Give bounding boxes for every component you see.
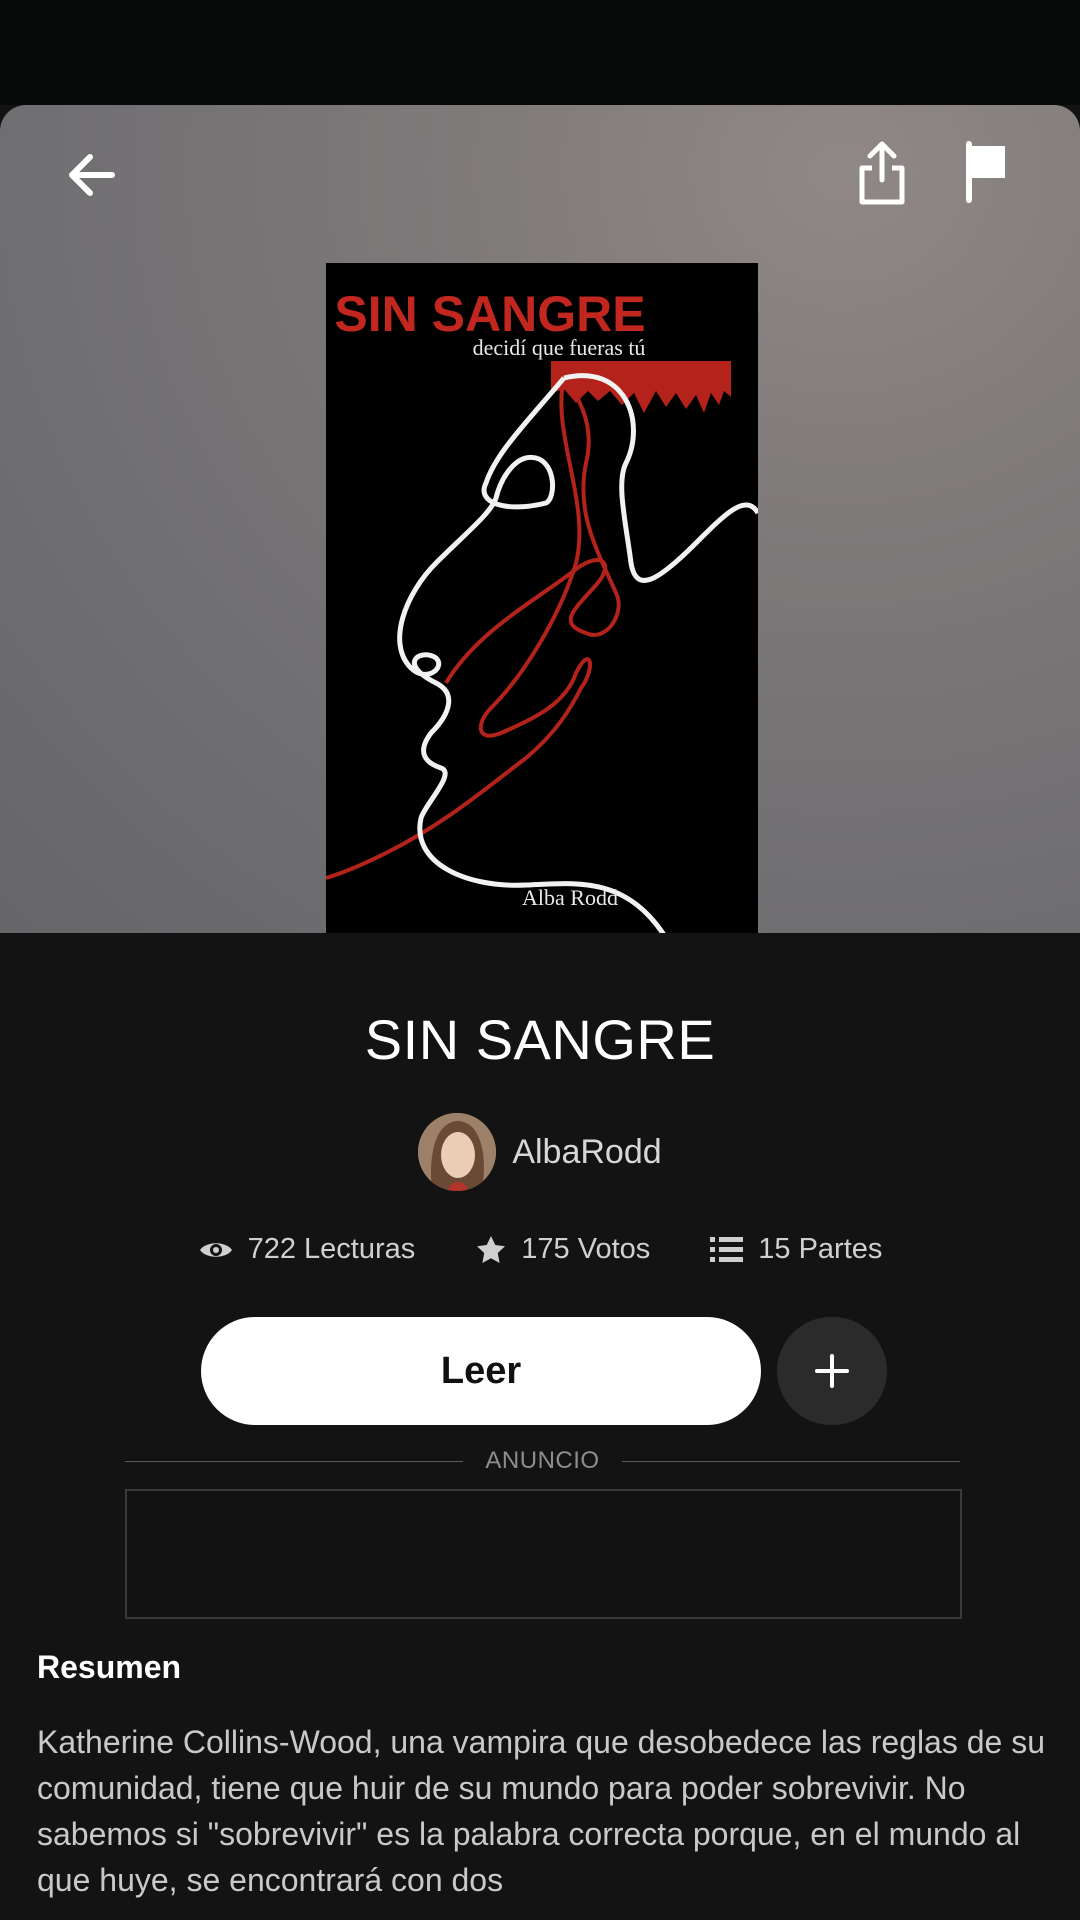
flag-icon — [966, 141, 1005, 203]
cover-subtitle: decidí que fueras tú — [473, 335, 646, 360]
ad-divider: ANUNCIO — [125, 1441, 961, 1481]
back-button[interactable] — [56, 139, 128, 211]
parts-count: 15 Partes — [758, 1233, 883, 1265]
share-icon — [859, 141, 905, 205]
divider-line — [125, 1460, 464, 1462]
cover-title: SIN SANGRE — [334, 286, 645, 342]
eye-icon — [199, 1242, 232, 1257]
author-link[interactable]: AlbaRodd — [0, 1113, 1080, 1191]
parts-stat: 15 Partes — [710, 1233, 882, 1266]
cover-author: Alba Rodd — [522, 885, 618, 910]
star-icon — [477, 1235, 506, 1263]
read-button[interactable]: Leer — [201, 1317, 761, 1425]
summary-heading: Resumen — [37, 1649, 182, 1685]
cover-header: SIN SANGRE decidí que fueras tú Alba Rod… — [0, 105, 1080, 933]
add-to-library-button[interactable] — [777, 1317, 887, 1425]
reads-count: 722 Lecturas — [247, 1233, 416, 1265]
book-title: SIN SANGRE — [364, 1008, 716, 1071]
ad-slot[interactable] — [125, 1489, 962, 1619]
list-icon — [710, 1236, 744, 1262]
divider-line — [621, 1460, 961, 1462]
book-cover[interactable]: SIN SANGRE decidí que fueras tú Alba Rod… — [326, 263, 758, 933]
book-stats: 722 Lecturas 175 Votos 15 Partes — [0, 1233, 1080, 1266]
votes-count: 175 Votos — [521, 1233, 651, 1265]
ad-label: ANUNCIO — [485, 1447, 600, 1474]
summary-text: Katherine Collins-Wood, una vampira que … — [37, 1724, 1046, 1898]
author-name[interactable]: AlbaRodd — [512, 1133, 661, 1172]
share-button[interactable] — [846, 137, 918, 209]
read-button-label: Leer — [440, 1349, 522, 1392]
reads-stat: 722 Lecturas — [198, 1233, 416, 1266]
plus-icon — [815, 1354, 849, 1388]
cover-illustration: SIN SANGRE decidí que fueras tú Alba Rod… — [326, 263, 758, 933]
author-avatar-image — [418, 1113, 497, 1191]
votes-stat: 175 Votos — [475, 1233, 650, 1266]
arrow-left-icon — [69, 154, 115, 196]
avatar[interactable] — [418, 1113, 497, 1191]
status-bar — [0, 0, 1080, 105]
report-button[interactable] — [950, 137, 1022, 209]
